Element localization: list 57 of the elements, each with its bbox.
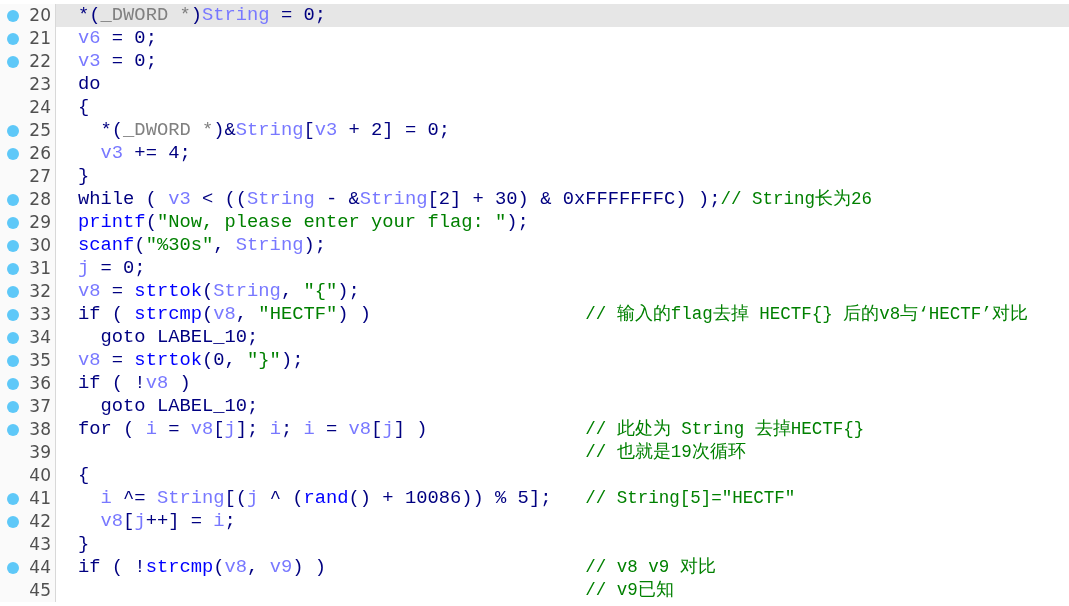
code-text: v8 = strtok(0, "}"); (78, 349, 304, 371)
line-number: 27 (28, 165, 52, 188)
line-number: 32 (28, 280, 52, 303)
code-text: i ^= String[(j ^ (rand() + 10086)) % 5]; (99, 487, 552, 509)
line-number: 25 (28, 119, 52, 142)
line-number: 37 (28, 395, 52, 418)
line-number: 34 (28, 326, 52, 349)
line-number: 41 (28, 487, 52, 510)
line-number: 23 (28, 73, 52, 96)
line-number: 36 (28, 372, 52, 395)
code-comment: // 此处为 String 去掉HECTF{} (585, 418, 865, 441)
line-number: 30 (28, 234, 52, 257)
code-comment: // v9已知 (585, 579, 674, 602)
line-number: 21 (28, 27, 52, 50)
code-text: v3 = 0; (78, 50, 157, 72)
code-comment: // v8 v9 对比 (585, 556, 716, 579)
code-text: printf("Now, please enter your flag: "); (78, 211, 529, 233)
line-number: 26 (28, 142, 52, 165)
code-comment: // 也就是19次循环 (585, 441, 746, 464)
line-number: 42 (28, 510, 52, 533)
code-comment: // String[5]="HECTF" (585, 487, 796, 510)
line-number: 33 (28, 303, 52, 326)
line-number: 44 (28, 556, 52, 579)
code-text: do (78, 73, 101, 95)
code-text: *(_DWORD *)String = 0; (78, 4, 326, 26)
code-text: j = 0; (78, 257, 146, 279)
code-text: scanf("%30s", String); (78, 234, 326, 256)
line-number: 24 (28, 96, 52, 119)
line-number: 43 (28, 533, 52, 556)
code-text: goto LABEL_10; (99, 395, 259, 417)
code-text: } (78, 533, 90, 555)
code-text: v6 = 0; (78, 27, 157, 49)
line-number: 31 (28, 257, 52, 280)
code-text: { (78, 464, 90, 486)
line-number: 20 (28, 4, 52, 27)
code-comment: // 输入的flag去掉 HECTF{} 后的v8与‘HECTF’对比 (585, 303, 1028, 326)
line-number: 38 (28, 418, 52, 441)
code-text: if ( !strcmp(v8, v9) ) (78, 556, 326, 578)
code-text: for ( i = v8[j]; i; i = v8[j] ) (78, 418, 428, 440)
code-text: if ( !v8 ) (78, 372, 191, 394)
code-text: *(_DWORD *)&String[v3 + 2] = 0; (99, 119, 450, 141)
code-text: v8 = strtok(String, "{"); (78, 280, 360, 302)
line-number: 45 (28, 579, 52, 602)
code-text: { (78, 96, 90, 118)
code-text: goto LABEL_10; (99, 326, 259, 348)
line-number: 28 (28, 188, 52, 211)
line-number: 22 (28, 50, 52, 73)
line-number: 40 (28, 464, 52, 487)
code-text: while ( v3 < ((String - &String[2] + 30) & 0xFFFFFFFC) ); (78, 188, 721, 210)
line-number: 35 (28, 349, 52, 372)
line-number: 29 (28, 211, 52, 234)
line-number: 39 (28, 441, 52, 464)
code-text: v8[j++] = i; (99, 510, 236, 532)
code-text: v3 += 4; (99, 142, 191, 164)
code-text: } (78, 165, 90, 187)
code-text: if ( strcmp(v8, "HECTF") ) (78, 303, 372, 325)
code-comment: // String长为26 (720, 188, 872, 211)
